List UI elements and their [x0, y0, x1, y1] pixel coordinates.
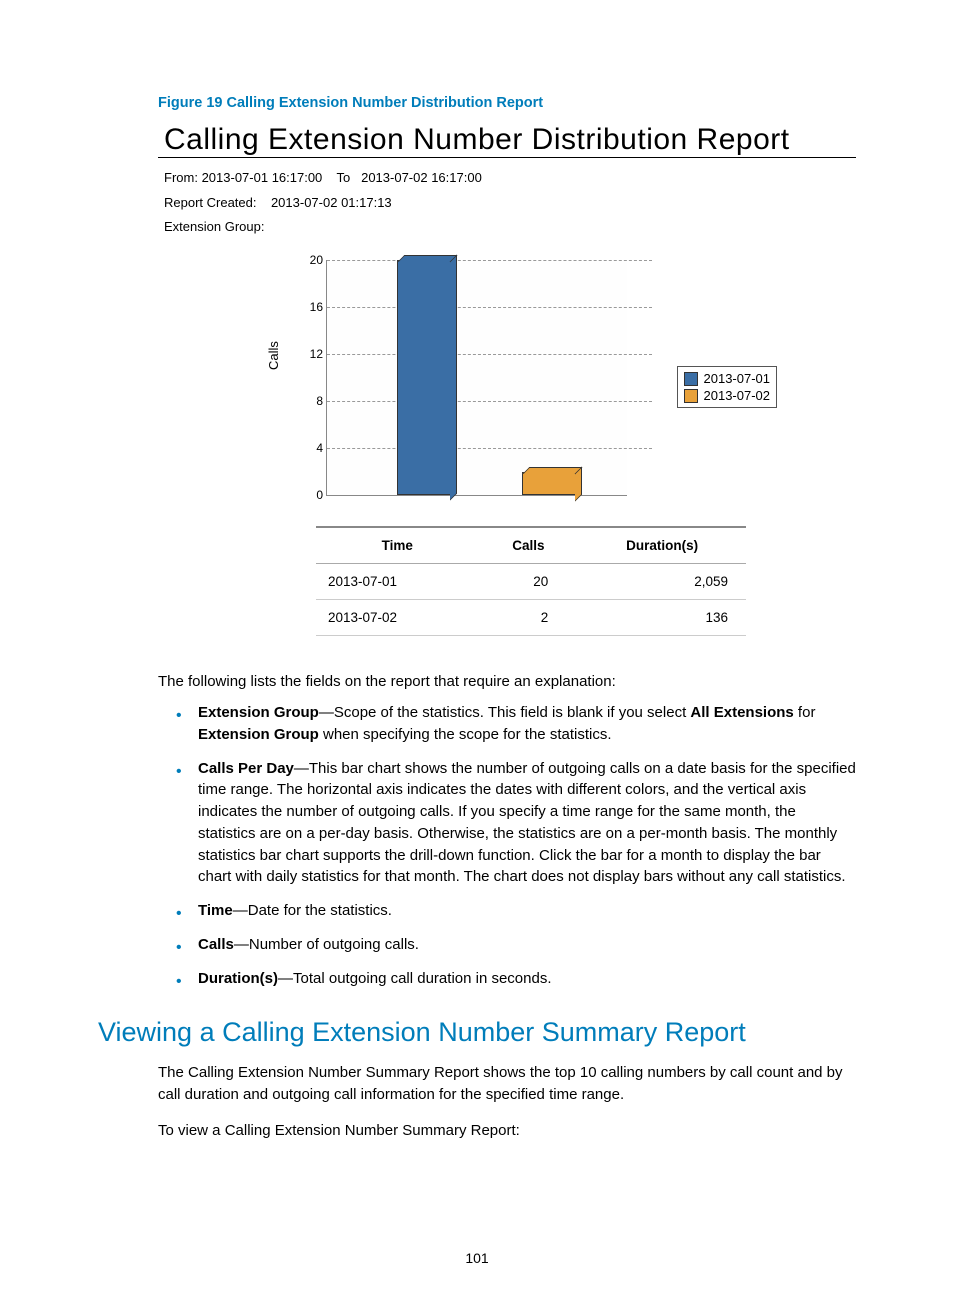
y-tick-label: 16 [301, 300, 323, 314]
list-item: Extension Group—Scope of the statistics.… [176, 702, 856, 746]
list-item: Duration(s)—Total outgoing call duration… [176, 968, 856, 990]
table-header: Duration(s) [578, 527, 746, 564]
y-tick-label: 12 [301, 347, 323, 361]
list-item: Calls Per Day—This bar chart shows the n… [176, 758, 856, 889]
table-cell: 2,059 [578, 564, 746, 600]
from-label: From: [164, 170, 198, 185]
field-term: Calls Per Day [198, 760, 294, 777]
list-item: Time—Date for the statistics. [176, 900, 856, 922]
plot-area: 2013-07-012013-07-02 048121620 [326, 260, 627, 496]
grid-line [327, 401, 652, 402]
grid-line [327, 354, 652, 355]
legend-label: 2013-07-01 [704, 371, 771, 386]
inline-bold: Extension Group [198, 726, 319, 743]
legend-label: 2013-07-02 [704, 388, 771, 403]
field-term: Extension Group [198, 704, 319, 721]
table-cell: 2013-07-02 [316, 600, 479, 636]
page-number: 101 [0, 1250, 954, 1266]
field-term: Time [198, 902, 233, 919]
to-value: 2013-07-02 16:17:00 [361, 170, 482, 185]
y-tick-label: 0 [301, 488, 323, 502]
extension-group-label: Extension Group: [164, 219, 264, 234]
intro-paragraph: The following lists the fields on the re… [158, 671, 856, 692]
table-row: 2013-07-01202,059 [316, 564, 746, 600]
inline-bold: All Extensions [690, 704, 793, 721]
created-label: Report Created: [164, 195, 257, 210]
legend-swatch [684, 389, 698, 403]
table-row: 2013-07-022136 [316, 600, 746, 636]
y-axis-label: Calls [266, 341, 281, 370]
y-tick-label: 20 [301, 253, 323, 267]
field-list: Extension Group—Scope of the statistics.… [176, 702, 856, 989]
section-paragraph: The Calling Extension Number Summary Rep… [158, 1062, 856, 1106]
to-label: To [337, 170, 351, 185]
table-cell: 20 [479, 564, 579, 600]
report-title: Calling Extension Number Distribution Re… [158, 123, 856, 158]
from-value: 2013-07-01 16:17:00 [202, 170, 323, 185]
list-item: Calls—Number of outgoing calls. [176, 934, 856, 956]
table-cell: 136 [578, 600, 746, 636]
y-tick-label: 8 [301, 394, 323, 408]
created-value: 2013-07-02 01:17:13 [271, 195, 392, 210]
y-tick-label: 4 [301, 441, 323, 455]
grid-line [327, 260, 652, 261]
section-heading: Viewing a Calling Extension Number Summa… [98, 1017, 856, 1048]
legend-item: 2013-07-02 [684, 387, 771, 404]
chart-bar [522, 472, 577, 496]
table-header: Time [316, 527, 479, 564]
table-header: Calls [479, 527, 579, 564]
grid-line [327, 307, 652, 308]
table-cell: 2 [479, 600, 579, 636]
figure-caption: Figure 19 Calling Extension Number Distr… [158, 95, 856, 111]
bar-chart: Calls 2013-07-012013-07-02 048121620 [298, 260, 778, 496]
report-metadata: From: 2013-07-01 16:17:00 To 2013-07-02 … [164, 166, 856, 240]
chart-bar [397, 260, 452, 495]
chart-legend: 2013-07-01 2013-07-02 [677, 366, 778, 408]
document-page: Figure 19 Calling Extension Number Distr… [0, 0, 954, 1296]
grid-line [327, 448, 652, 449]
table-cell: 2013-07-01 [316, 564, 479, 600]
field-term: Duration(s) [198, 970, 278, 987]
field-term: Calls [198, 936, 234, 953]
data-table: TimeCallsDuration(s) 2013-07-01202,05920… [316, 526, 746, 636]
section-paragraph: To view a Calling Extension Number Summa… [158, 1120, 856, 1142]
legend-item: 2013-07-01 [684, 370, 771, 387]
legend-swatch [684, 372, 698, 386]
